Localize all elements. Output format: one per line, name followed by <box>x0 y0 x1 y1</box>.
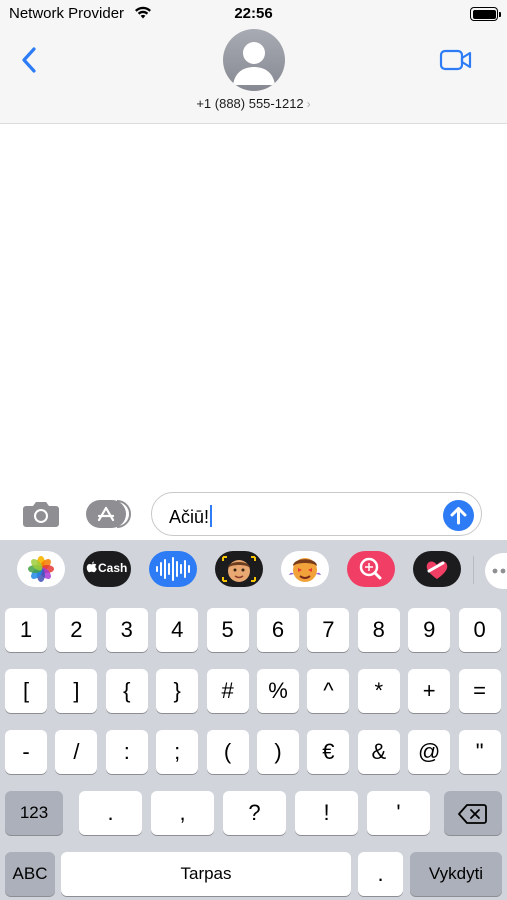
key-row1-6[interactable]: 7 <box>307 608 350 652</box>
magnifier-icon <box>359 557 382 580</box>
key-row3-7[interactable]: & <box>357 730 400 774</box>
memoji-app-icon[interactable] <box>215 551 263 587</box>
key-row2-8[interactable]: + <box>408 669 451 713</box>
ellipsis-icon <box>492 568 506 574</box>
heart-icon <box>426 561 448 579</box>
cash-label: Cash <box>98 561 128 575</box>
key-row1-3[interactable]: 4 <box>156 608 199 652</box>
key-row1-1[interactable]: 2 <box>55 608 98 652</box>
period-key[interactable]: . <box>358 852 403 896</box>
send-button[interactable] <box>443 500 474 531</box>
digital-touch-app-icon[interactable] <box>413 551 461 587</box>
numbers-mode-key[interactable]: 123 <box>5 791 63 835</box>
contact-avatar[interactable] <box>223 29 285 91</box>
app-store-icon[interactable] <box>85 499 131 529</box>
app-strip-divider <box>473 556 474 584</box>
person-silhouette-icon <box>233 42 275 85</box>
contact-number: +1 (888) 555-1212 <box>196 96 304 111</box>
key-row1-0[interactable]: 1 <box>5 608 47 652</box>
battery-icon <box>470 7 501 21</box>
message-text-field[interactable]: Ačiū! <box>151 492 482 536</box>
chevron-right-icon: › <box>306 97 311 111</box>
waveform-icon <box>156 557 190 581</box>
image-search-app-icon[interactable] <box>347 551 395 587</box>
key-row3-8[interactable]: @ <box>408 730 451 774</box>
keyboard: Cash 1 2 3 4 5 6 7 8 9 0 [] {} # % ^ *… <box>0 540 507 900</box>
space-key[interactable]: Tarpas <box>61 852 351 896</box>
key-row4-3[interactable]: ! <box>295 791 358 835</box>
camera-icon[interactable] <box>22 500 60 528</box>
key-row2-0[interactable]: [ <box>5 669 47 713</box>
key-row2-3[interactable]: } <box>156 669 199 713</box>
facetime-video-icon[interactable] <box>439 48 473 72</box>
key-row3-5[interactable]: ) <box>257 730 299 774</box>
key-row2-7[interactable]: * <box>357 669 400 713</box>
apple-cash-app-icon[interactable]: Cash <box>83 551 131 587</box>
more-apps-button[interactable] <box>485 553 507 589</box>
backspace-key[interactable] <box>444 791 502 835</box>
key-row1-2[interactable]: 3 <box>105 608 148 652</box>
key-row1-5[interactable]: 6 <box>257 608 299 652</box>
key-row2-6[interactable]: ^ <box>307 669 350 713</box>
memoji-stickers-app-icon[interactable] <box>281 551 329 587</box>
conversation-header: +1 (888) 555-1212 › <box>0 28 507 124</box>
audio-message-app-icon[interactable] <box>149 551 197 587</box>
back-chevron-icon[interactable] <box>18 44 42 76</box>
text-caret <box>210 505 213 527</box>
key-row1-4[interactable]: 5 <box>206 608 249 652</box>
key-row2-5[interactable]: % <box>257 669 299 713</box>
key-row2-2[interactable]: { <box>105 669 148 713</box>
key-row4-4[interactable]: ' <box>367 791 430 835</box>
message-text-value: Ačiū! <box>169 505 213 528</box>
key-row1-8[interactable]: 9 <box>408 608 451 652</box>
message-input-bar: Ačiū! <box>0 488 507 540</box>
key-row3-1[interactable]: / <box>55 730 98 774</box>
key-row2-9[interactable]: = <box>458 669 501 713</box>
status-bar: Network Provider 22:56 <box>0 0 507 28</box>
return-key[interactable]: Vykdyti <box>410 852 502 896</box>
key-row4-1[interactable]: , <box>151 791 214 835</box>
abc-mode-key[interactable]: ABC <box>5 852 55 896</box>
key-row4-2[interactable]: ? <box>223 791 286 835</box>
backspace-icon <box>458 804 487 825</box>
key-row3-4[interactable]: ( <box>206 730 249 774</box>
clock-label: 22:56 <box>234 5 273 22</box>
key-row3-3[interactable]: ; <box>156 730 199 774</box>
contact-name-row[interactable]: +1 (888) 555-1212 › <box>0 96 507 111</box>
photos-app-icon[interactable] <box>17 551 65 587</box>
key-row3-6[interactable]: € <box>307 730 350 774</box>
imessage-app-strip: Cash <box>0 540 507 602</box>
key-row3-2[interactable]: : <box>105 730 148 774</box>
key-row1-7[interactable]: 8 <box>357 608 400 652</box>
key-row3-9[interactable]: " <box>458 730 501 774</box>
arrow-up-icon <box>450 507 467 525</box>
key-row2-4[interactable]: # <box>206 669 249 713</box>
key-row2-1[interactable]: ] <box>55 669 98 713</box>
key-row3-0[interactable]: - <box>5 730 47 774</box>
key-row1-9[interactable]: 0 <box>458 608 501 652</box>
key-row4-0[interactable]: . <box>79 791 142 835</box>
